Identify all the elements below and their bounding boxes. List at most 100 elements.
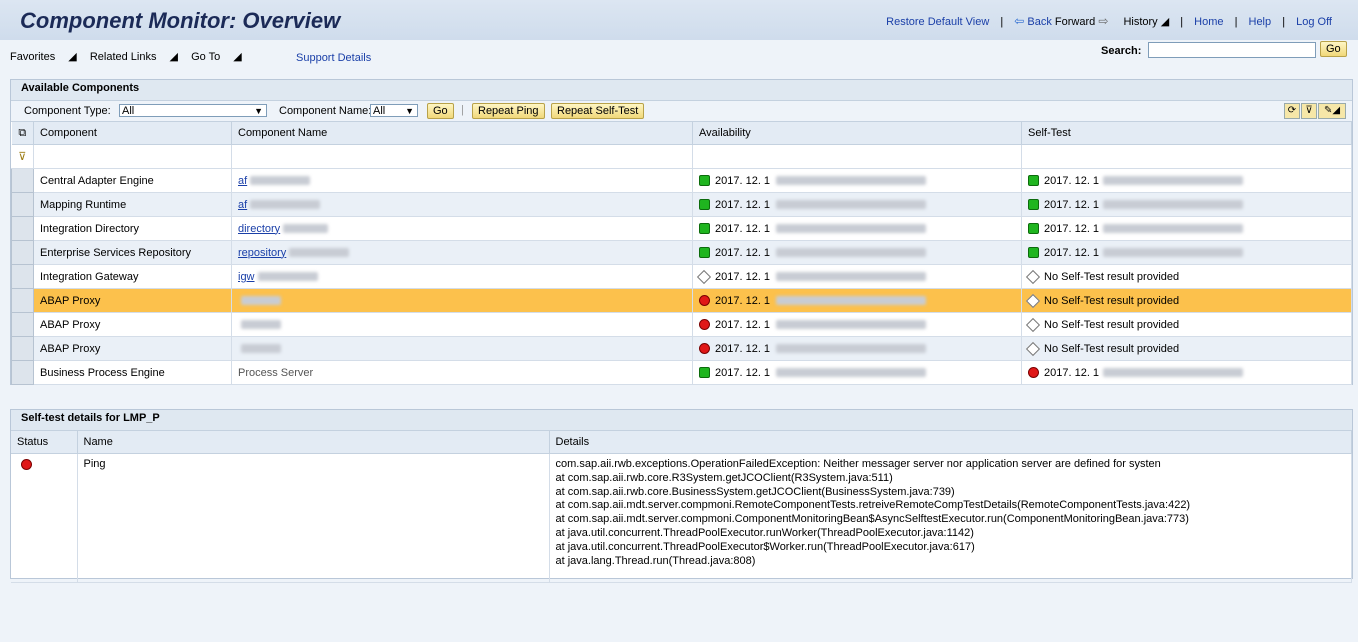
status-ok-icon — [699, 175, 710, 187]
component-name-cell[interactable]: directory — [231, 216, 693, 241]
detail-line: com.sap.aii.rwb.exceptions.OperationFail… — [555, 458, 1161, 470]
table-row[interactable]: Ping com.sap.aii.rwb.exceptions.Operatio… — [11, 453, 1352, 583]
row-selector[interactable] — [11, 264, 34, 289]
table-row[interactable]: ABAP Proxy 2017. 12. 1 No Self-Test result… — [11, 312, 1352, 337]
row-selector[interactable] — [11, 360, 34, 385]
component-name-cell[interactable]: af — [231, 192, 693, 217]
detail-line: at com.sap.aii.rwb.core.BusinessSystem.g… — [555, 485, 955, 498]
table-row[interactable]: Central Adapter Engine af 2017. 12. 1 2017.… — [11, 168, 1352, 193]
row-selector[interactable] — [11, 288, 34, 313]
status-error-icon — [699, 319, 710, 331]
column-header-self-test[interactable]: Self-Test — [1021, 122, 1352, 145]
repeat-self-test-button[interactable]: Repeat Self-Test — [551, 103, 645, 119]
repeat-ping-button[interactable]: Repeat Ping — [472, 103, 545, 119]
history-menu[interactable]: History — [1123, 16, 1157, 28]
forward-link[interactable]: Forward — [1055, 16, 1095, 28]
available-components-panel: Available Components Component Type: All… — [10, 79, 1353, 385]
component-name-cell[interactable]: igw — [231, 264, 693, 289]
search-label: Search: — [1101, 45, 1142, 57]
detail-line: at com.sap.aii.mdt.server.compmoni.Compo… — [555, 513, 1189, 526]
row-selector[interactable] — [11, 336, 34, 361]
status-ok-icon — [699, 367, 710, 379]
status-error-icon — [1028, 367, 1039, 379]
go-to-menu[interactable]: Go To ◢ — [191, 51, 242, 63]
back-arrow-icon[interactable]: ⇦ — [1014, 14, 1024, 28]
filter-cell[interactable] — [692, 144, 1022, 169]
help-link[interactable]: Help — [1249, 16, 1272, 28]
availability-cell: 2017. 12. 1 — [692, 168, 1022, 193]
related-links-menu[interactable]: Related Links ◢ — [90, 51, 178, 63]
restore-default-view-link[interactable]: Restore Default View — [886, 16, 989, 28]
detail-line: at java.util.concurrent.ThreadPoolExecut… — [555, 540, 975, 553]
detail-line: at com.sap.aii.mdt.server.compmoni.Remot… — [555, 499, 1191, 512]
filter-cell[interactable] — [1021, 144, 1352, 169]
table-row[interactable]: Integration Directory directory 2017. 12. … — [11, 216, 1352, 241]
error-status-icon — [21, 458, 32, 470]
row-selector[interactable] — [11, 312, 34, 337]
table-row[interactable]: ABAP Proxy 2017. 12. 1 No Self-Test result… — [11, 288, 1352, 313]
panel-title: Available Components — [11, 80, 1352, 101]
home-link[interactable]: Home — [1194, 16, 1223, 28]
column-header-availability[interactable]: Availability — [692, 122, 1022, 145]
name-cell: Ping — [77, 453, 550, 583]
table-row[interactable]: ABAP Proxy 2017. 12. 1 No Self-Test result… — [11, 336, 1352, 361]
detail-line: at java.lang.Thread.run(Thread.java:808) — [555, 554, 756, 567]
column-header-status[interactable]: Status — [11, 431, 78, 454]
favorites-menu[interactable]: Favorites ◢ — [10, 51, 77, 63]
table-row[interactable]: Mapping Runtime af 2017. 12. 1 2017. 12. 1 — [11, 192, 1352, 217]
row-selector[interactable] — [11, 192, 34, 217]
component-name-cell[interactable]: repository — [231, 240, 693, 265]
status-ok-icon — [699, 223, 710, 235]
column-header-details[interactable]: Details — [549, 431, 1352, 454]
status-ok-icon — [1028, 175, 1039, 187]
availability-cell: 2017. 12. 1 — [692, 240, 1022, 265]
search-go-button[interactable]: Go — [1320, 41, 1347, 57]
status-unknown-icon — [1025, 317, 1041, 332]
self-test-cell: 2017. 12. 1 — [1021, 168, 1352, 193]
row-selector[interactable] — [11, 168, 34, 193]
component-name-cell: Process Server — [231, 360, 693, 385]
self-test-cell: No Self-Test result provided — [1021, 264, 1352, 289]
history-caret-icon[interactable]: ◢ — [1158, 16, 1169, 28]
component-cell: Integration Directory — [33, 216, 232, 241]
column-header-component-name[interactable]: Component Name — [231, 122, 693, 145]
filter-row-icon[interactable]: ⊽ — [11, 144, 34, 169]
table-row[interactable]: Business Process Engine Process Server 201… — [11, 360, 1352, 385]
component-type-label: Component Type: — [24, 105, 111, 117]
filter-cell[interactable] — [33, 144, 232, 169]
status-unknown-icon — [696, 269, 712, 284]
row-selector[interactable] — [11, 216, 34, 241]
filter-go-button[interactable]: Go — [427, 103, 454, 119]
table-row[interactable]: Enterprise Services Repository repository… — [11, 240, 1352, 265]
search-input[interactable] — [1148, 42, 1316, 58]
filter-icon[interactable]: ⊽ — [1301, 103, 1317, 119]
component-cell: Mapping Runtime — [33, 192, 232, 217]
component-name-select[interactable]: All ▼ — [370, 104, 418, 117]
row-selector[interactable] — [11, 240, 34, 265]
component-name-cell[interactable]: af — [231, 168, 693, 193]
forward-arrow-icon[interactable]: ⇨ — [1098, 14, 1108, 28]
refresh-icon[interactable]: ⟳ — [1284, 103, 1300, 119]
status-ok-icon — [1028, 199, 1039, 211]
status-cell — [11, 453, 78, 583]
component-type-select[interactable]: All ▼ — [119, 104, 267, 117]
component-cell: Integration Gateway — [33, 264, 232, 289]
column-settings-icon[interactable]: ⧉ — [11, 122, 34, 145]
nav-bar: Favorites ◢ Related Links ◢ Go To ◢ Supp… — [0, 40, 1358, 74]
column-header-component[interactable]: Component — [33, 122, 232, 145]
filter-bar: Component Type: All ▼ Component Name: Al… — [11, 101, 1352, 122]
details-cell: com.sap.aii.rwb.exceptions.OperationFail… — [549, 453, 1352, 583]
settings-wrench-icon[interactable]: ✎◢ — [1318, 103, 1346, 119]
component-name-cell — [231, 336, 693, 361]
status-unknown-icon — [1025, 293, 1041, 308]
availability-cell: 2017. 12. 1 — [692, 216, 1022, 241]
back-link[interactable]: Back — [1027, 16, 1051, 28]
status-error-icon — [699, 295, 710, 307]
availability-cell: 2017. 12. 1 — [692, 312, 1022, 337]
self-test-cell: 2017. 12. 1 — [1021, 192, 1352, 217]
table-row[interactable]: Integration Gateway igw 2017. 12. 1 No Self… — [11, 264, 1352, 289]
support-details-link[interactable]: Support Details — [296, 52, 371, 64]
column-header-name[interactable]: Name — [77, 431, 550, 454]
log-off-link[interactable]: Log Off — [1296, 16, 1332, 28]
filter-cell[interactable] — [231, 144, 693, 169]
